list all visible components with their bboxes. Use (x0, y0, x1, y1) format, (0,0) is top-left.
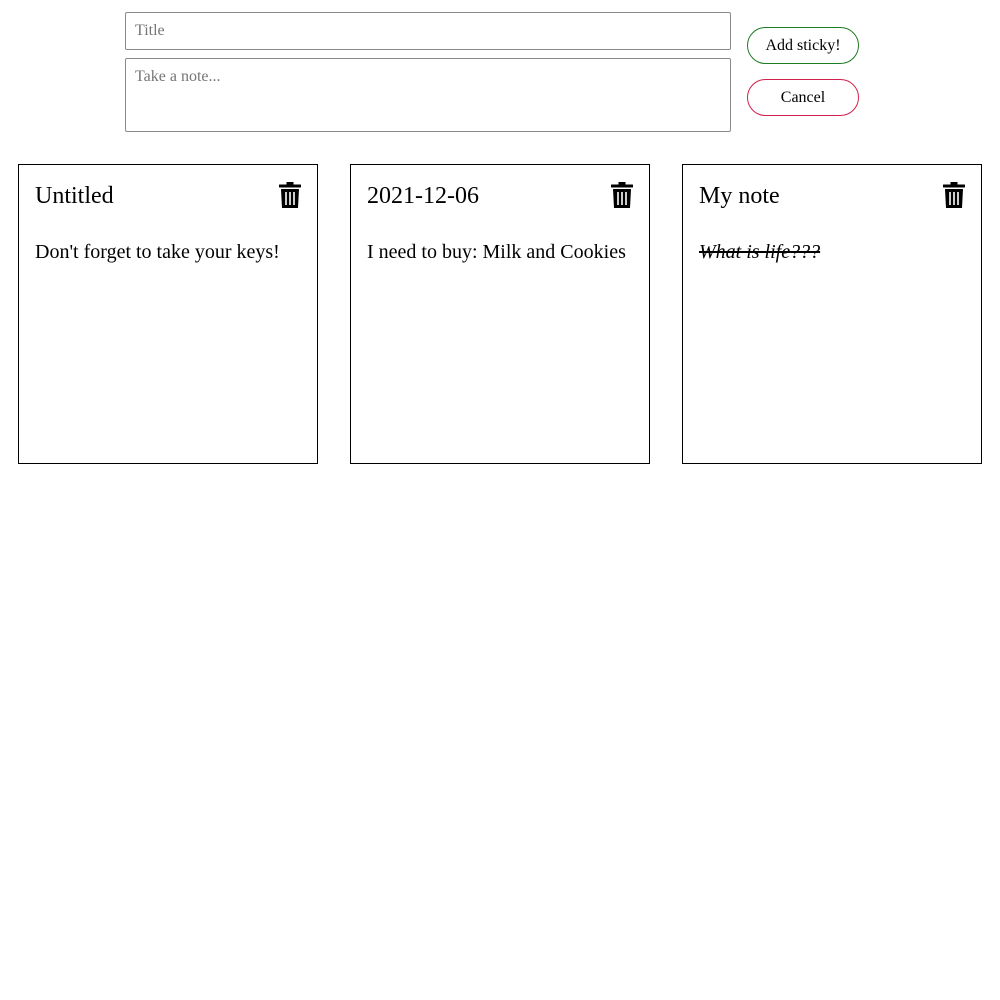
cancel-button[interactable]: Cancel (747, 79, 859, 116)
title-input[interactable] (125, 12, 731, 50)
trash-icon[interactable] (943, 182, 965, 208)
note-composer: Add sticky! Cancel (125, 12, 860, 132)
note-input[interactable] (125, 58, 731, 132)
note-body: Don't forget to take your keys! (35, 241, 280, 263)
add-sticky-button[interactable]: Add sticky! (747, 27, 859, 64)
note-card: Untitled Don't forget to take your keys! (18, 164, 318, 464)
trash-icon[interactable] (611, 182, 633, 208)
note-title: My note (699, 183, 780, 209)
trash-icon[interactable] (279, 182, 301, 208)
note-title: 2021-12-06 (367, 183, 479, 209)
note-body: I need to buy: Milk and Cookies (367, 241, 626, 263)
note-card: 2021-12-06 I need to buy: Milk and Cooki… (350, 164, 650, 464)
note-card: My note What is life??? (682, 164, 982, 464)
note-title: Untitled (35, 183, 114, 209)
note-body: What is life??? (699, 241, 821, 263)
